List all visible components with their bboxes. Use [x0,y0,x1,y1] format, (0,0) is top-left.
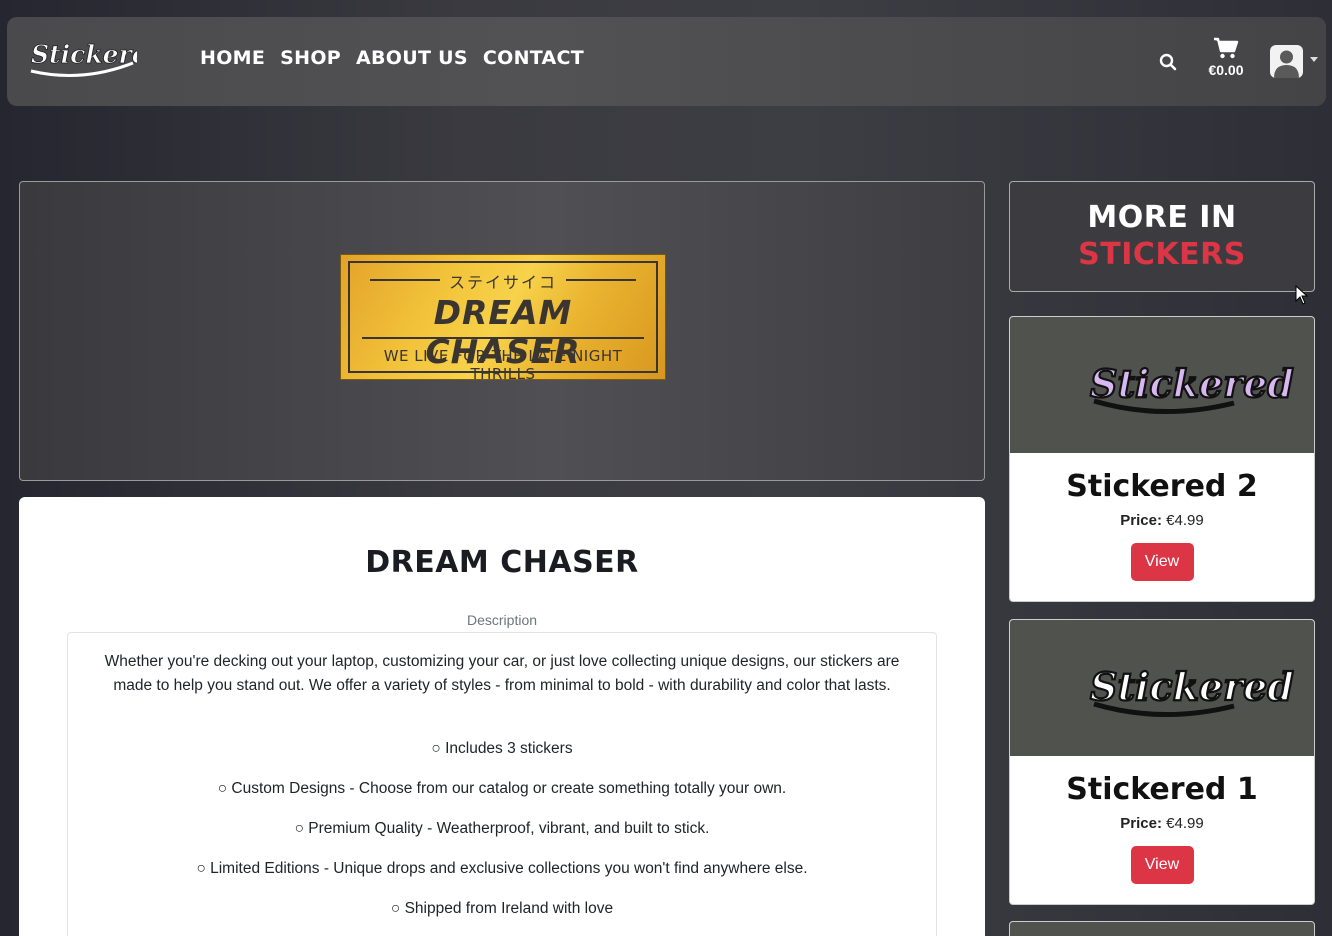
navbar: Stickered HOME SHOP ABOUT US CONTACT €0.… [7,17,1326,106]
description-bullet: ○ Premium Quality - Weatherproof, vibran… [294,820,710,837]
product-image: ステイサイコ DREAM CHASER WE LIVE FOR THE LATE… [340,254,666,383]
price-value: €4.99 [1166,815,1204,832]
product-image-panel: ステイサイコ DREAM CHASER WE LIVE FOR THE LATE… [19,181,985,481]
price-label: Price: [1120,815,1162,832]
related-product-card [1009,921,1315,936]
description-box: Whether you're decking out your laptop, … [67,632,937,936]
description-bullet: ○ Includes 3 stickers [431,740,573,757]
more-in-category: STICKERS [1078,237,1246,272]
sticker-frame: ステイサイコ DREAM CHASER WE LIVE FOR THE LATE… [348,261,658,383]
mouse-cursor-icon [1295,285,1309,305]
cart-button[interactable]: €0.00 [1202,37,1250,78]
user-avatar-icon[interactable] [1270,45,1303,78]
view-button[interactable]: View [1130,543,1194,581]
nav-about-link[interactable]: ABOUT US [356,47,468,69]
description-bullet: ○ Limited Editions - Unique drops and ex… [196,860,808,877]
price-value: €4.99 [1166,512,1204,529]
stickered-logo[interactable]: Stickered [27,33,166,79]
description-label: Description [466,612,538,628]
search-icon[interactable] [1159,53,1177,71]
related-product-image[interactable]: Stickered [1010,317,1314,453]
related-product-name[interactable]: Stickered 2 [1010,469,1314,504]
nav-home-link[interactable]: HOME [200,47,265,69]
cart-total: €0.00 [1208,62,1244,78]
more-in-category-header: MORE IN STICKERS [1009,181,1315,292]
view-button[interactable]: View [1130,846,1194,884]
cart-icon [1214,37,1239,59]
main-nav: HOME SHOP ABOUT US CONTACT [200,47,599,69]
related-product-price: Price: €4.99 [1010,815,1314,832]
svg-text:Stickered: Stickered [1090,361,1294,406]
description-bullet: ○ Custom Designs - Choose from our catal… [217,780,787,797]
caret-down-icon[interactable] [1310,57,1318,62]
related-product-card: Stickered Stickered 1 Price: €4.99 View [1009,619,1315,905]
svg-text:Stickered: Stickered [31,40,137,69]
svg-text:Stickered: Stickered [1090,664,1294,709]
related-product-card: Stickered Stickered 2 Price: €4.99 View [1009,316,1315,602]
price-label: Price: [1120,512,1162,529]
description-intro: Whether you're decking out your laptop, … [104,653,900,694]
related-product-image[interactable]: Stickered [1010,620,1314,756]
product-details-card: DREAM CHASER Description Whether you're … [19,497,985,936]
nav-shop-link[interactable]: SHOP [280,47,341,69]
related-product-name[interactable]: Stickered 1 [1010,772,1314,807]
description-bullet: ○ Shipped from Ireland with love [390,900,614,917]
nav-contact-link[interactable]: CONTACT [483,47,584,69]
sticker-tagline: WE LIVE FOR THE LATE NIGHT THRILLS [383,347,623,383]
sticker-divider [362,337,644,339]
product-title: DREAM CHASER [365,545,639,580]
related-product-price: Price: €4.99 [1010,512,1314,529]
sticker-japanese-text: ステイサイコ [448,273,557,292]
more-in-title: MORE IN [1087,200,1237,235]
